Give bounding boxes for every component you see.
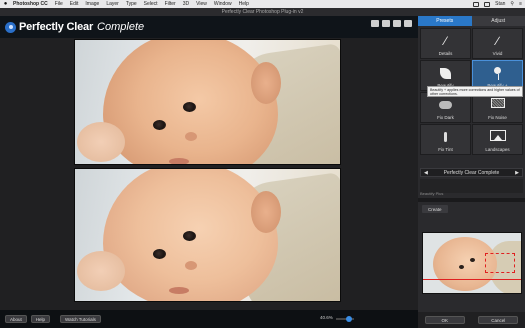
menu-help[interactable]: Help — [239, 1, 249, 7]
about-button[interactable]: About — [5, 315, 27, 323]
menu-select[interactable]: Select — [144, 1, 158, 7]
plugin-header: Perfectly Clear Complete — [0, 16, 418, 38]
before-photo[interactable] — [74, 39, 341, 165]
preset-details[interactable]: ⁄ Details — [420, 28, 471, 59]
menu-edit[interactable]: Edit — [70, 1, 79, 7]
brand-sub: Complete — [97, 21, 145, 33]
ok-button[interactable]: OK — [424, 316, 465, 324]
brand-name: Perfectly Clear — [19, 21, 94, 33]
menu-type[interactable]: Type — [126, 1, 137, 7]
preset-set-selector[interactable]: ◀ Perfectly Clear Complete ▶ — [420, 168, 523, 177]
menu-file[interactable]: File — [55, 1, 63, 7]
landscape-icon — [489, 130, 506, 141]
window-titlebar: Perfectly Clear Photoshop Plug-in v2 — [0, 8, 525, 16]
thermometer-icon — [439, 130, 453, 144]
menu-window[interactable]: Window — [214, 1, 232, 7]
preset-label: Details — [438, 51, 453, 56]
window-title: Perfectly Clear Photoshop Plug-in v2 — [221, 9, 304, 15]
split-line — [423, 279, 521, 280]
spotlight-icon[interactable]: ⚲ — [510, 1, 514, 7]
preset-label: Vivid — [492, 51, 503, 56]
preset-vivid[interactable]: ∕ Vivid — [472, 28, 523, 59]
view-mode-icons — [371, 20, 412, 27]
help-button[interactable]: Help — [30, 315, 51, 323]
menu-3d[interactable]: 3D — [183, 1, 189, 7]
brush-icon: ∕ — [496, 34, 499, 48]
lollipop-icon — [491, 66, 505, 80]
next-arrow-icon[interactable]: ▶ — [515, 170, 519, 176]
panel-footer: OK Cancel — [418, 312, 525, 328]
navigator-preview[interactable] — [422, 232, 522, 294]
wand-icon: ⁄ — [444, 34, 447, 48]
wifi-icon[interactable] — [484, 1, 491, 7]
beautify-plus-label: Beautify Plus — [420, 191, 444, 196]
watch-tutorials-button[interactable]: Watch Tutorials — [60, 315, 101, 323]
preset-tooltip: Beautify + applies more corrections and … — [427, 86, 523, 97]
preset-set-name: Perfectly Clear Complete — [443, 169, 500, 176]
mac-menubar: ● Photoshop CC File Edit Image Layer Typ… — [0, 0, 525, 8]
panel-tabs: Presets Adjust — [418, 16, 525, 26]
preset-label: Fix Tint — [438, 147, 453, 152]
menu-image[interactable]: Image — [85, 1, 99, 7]
zoom-slider[interactable] — [336, 316, 354, 322]
user-name[interactable]: Stan — [495, 1, 505, 7]
menu-list-icon[interactable]: ≡ — [519, 1, 522, 7]
create-button[interactable]: Create — [422, 205, 448, 213]
single-view-icon[interactable] — [371, 20, 379, 27]
cancel-button[interactable]: Cancel — [478, 316, 519, 324]
plugin-footer: About Help Watch Tutorials 40.6% — [0, 310, 418, 328]
zoom-level: 40.6% — [320, 315, 333, 320]
prev-arrow-icon[interactable]: ◀ — [424, 170, 428, 176]
leaf-icon — [439, 66, 453, 80]
zoom-slider-knob[interactable] — [346, 316, 352, 322]
tab-presets[interactable]: Presets — [418, 16, 472, 26]
menu-filter[interactable]: Filter — [165, 1, 176, 7]
menu-layer[interactable]: Layer — [106, 1, 119, 7]
menu-app[interactable]: Photoshop CC — [13, 1, 48, 7]
split-view-icon[interactable] — [382, 20, 390, 27]
cloud-icon — [439, 98, 453, 112]
preview-canvas[interactable] — [0, 38, 418, 310]
side-by-side-icon[interactable] — [393, 20, 401, 27]
preset-label: Fix Noise — [488, 115, 507, 120]
preset-landscapes[interactable]: Landscapes — [472, 124, 523, 155]
fullscreen-icon[interactable] — [404, 20, 412, 27]
preset-label: Landscapes — [485, 147, 510, 152]
apple-icon[interactable]: ● — [3, 1, 8, 7]
menu-view[interactable]: View — [196, 1, 207, 7]
presets-panel: Presets Adjust ⁄ Details ∕ Vivid Beautif… — [418, 16, 525, 328]
battery-icon[interactable] — [473, 1, 480, 7]
menubar-status: Stan ⚲ ≡ — [468, 0, 522, 8]
viewport-box[interactable] — [485, 253, 515, 273]
preset-fix-tint[interactable]: Fix Tint — [420, 124, 471, 155]
after-photo[interactable] — [74, 168, 341, 302]
noise-icon — [490, 98, 505, 108]
tab-adjust[interactable]: Adjust — [471, 16, 525, 26]
preset-label: Fix Dark — [437, 115, 454, 120]
logo-icon — [5, 21, 16, 33]
divider — [418, 198, 525, 202]
